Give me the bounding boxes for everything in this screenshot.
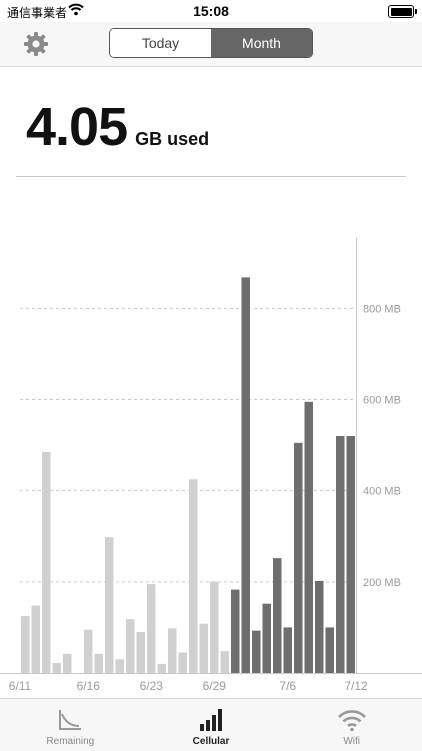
usage-value: 4.05 (26, 97, 128, 157)
tab-bar: Remaining Cellular Wifi (0, 698, 422, 751)
bar (210, 581, 219, 673)
tab-remaining[interactable]: Remaining (0, 699, 141, 751)
x-tick-label: 6/11 (9, 679, 32, 693)
cellular-bars-icon (198, 708, 224, 732)
x-tick-label: 6/29 (203, 679, 227, 693)
nav-bar: Today Month (0, 22, 422, 67)
bar (304, 401, 313, 673)
tab-wifi[interactable]: Wifi (281, 699, 422, 751)
segment-today[interactable]: Today (110, 29, 211, 57)
divider (16, 176, 406, 177)
bar (94, 653, 103, 673)
bar (147, 584, 156, 673)
usage-summary: 4.05 GB used (26, 96, 209, 158)
status-bar: 通信事業者 15:08 (0, 0, 422, 22)
bar (105, 537, 114, 673)
bar (189, 479, 198, 673)
bar (262, 603, 271, 673)
tab-label: Wifi (343, 736, 361, 747)
bar (294, 442, 303, 673)
status-time: 15:08 (193, 3, 229, 19)
tab-cellular[interactable]: Cellular (141, 699, 282, 751)
bar (21, 616, 30, 673)
bar (252, 630, 261, 673)
x-tick-label: 7/6 (279, 679, 296, 693)
y-tick-label: 800 MB (363, 303, 401, 315)
remaining-chart-icon (57, 708, 83, 732)
bar (178, 652, 187, 673)
bar (325, 627, 334, 673)
x-tick-label: 6/16 (77, 679, 101, 693)
y-tick-label: 200 MB (363, 577, 401, 589)
bar (241, 277, 250, 673)
bar (63, 653, 72, 673)
bar (220, 651, 229, 673)
y-tick-label: 600 MB (363, 395, 401, 407)
bar (346, 435, 355, 673)
bar (315, 580, 324, 673)
period-segmented-control[interactable]: Today Month (109, 28, 313, 58)
bar (115, 659, 124, 673)
wifi-icon (337, 708, 367, 732)
bar (199, 623, 208, 673)
tab-label: Remaining (46, 736, 95, 747)
bar (84, 629, 93, 673)
bar (168, 628, 177, 673)
bar (336, 435, 345, 673)
segment-month[interactable]: Month (211, 29, 312, 57)
bar (126, 619, 135, 673)
bar (42, 451, 51, 673)
bar (273, 558, 282, 673)
x-tick-label: 6/23 (140, 679, 164, 693)
x-tick-label: 7/12 (344, 679, 368, 693)
bar (283, 627, 292, 673)
usage-bar-chart: 200 MB 400 MB 600 MB 800 MB 6/11 6/16 6/23 6/29… (0, 238, 422, 693)
gear-icon[interactable] (22, 30, 50, 58)
battery-icon (388, 5, 417, 18)
y-tick-label: 400 MB (363, 486, 401, 498)
usage-unit: GB used (135, 129, 210, 149)
bar (136, 631, 145, 673)
tab-label: Cellular (192, 736, 230, 747)
bar (157, 663, 166, 673)
bar (231, 589, 240, 673)
bar (31, 605, 40, 673)
bar (52, 662, 61, 673)
